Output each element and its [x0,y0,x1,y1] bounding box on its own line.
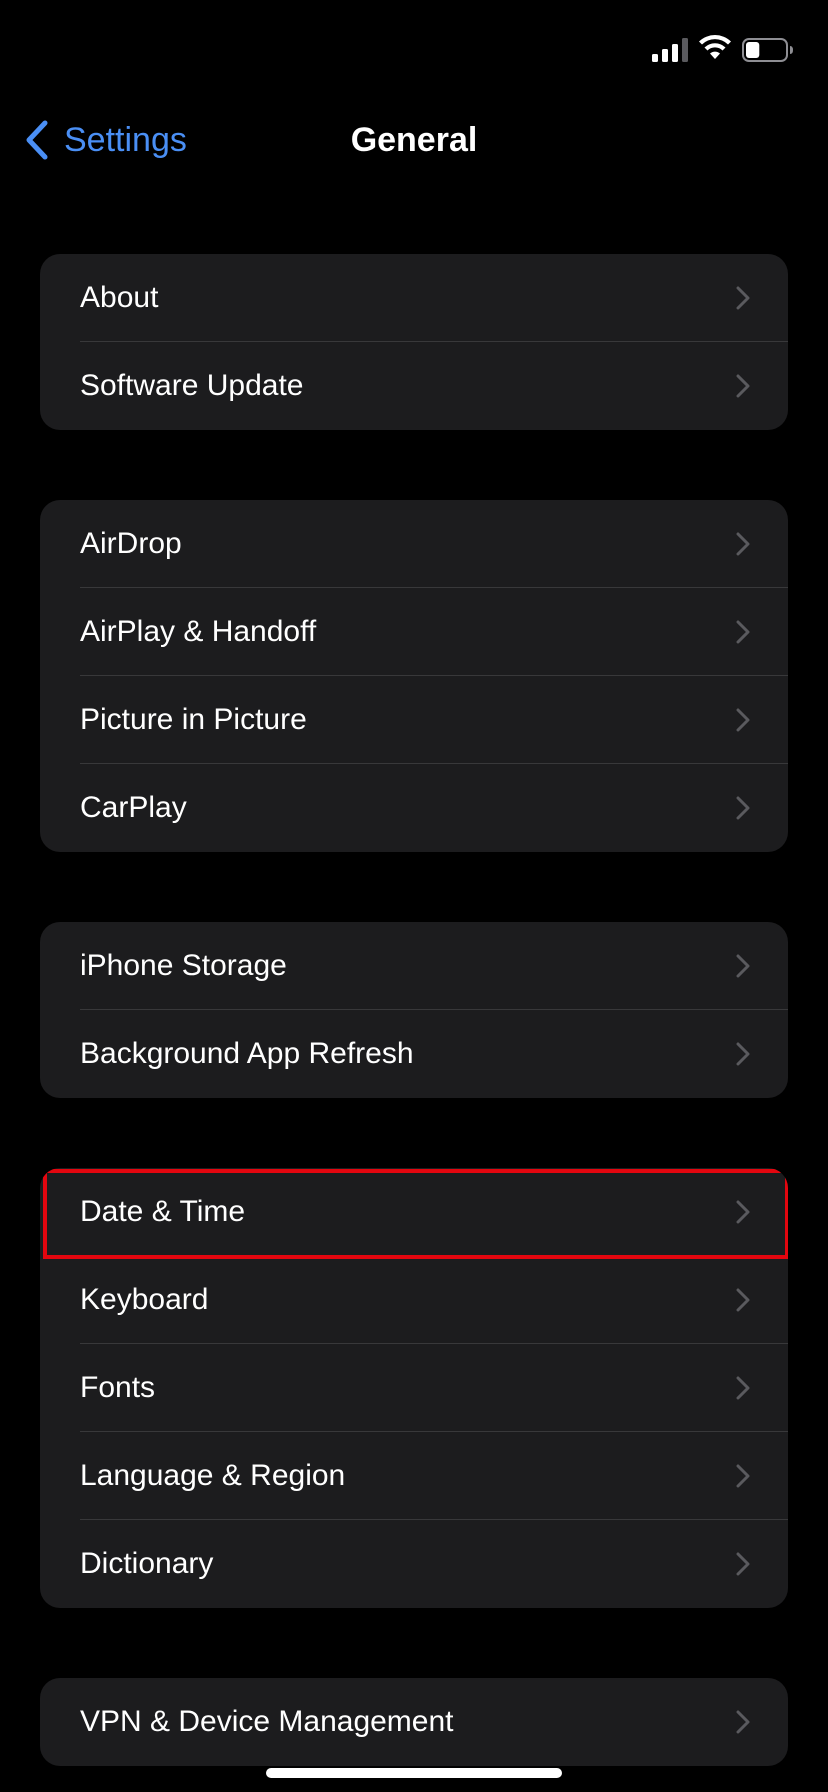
settings-row-airplay-and-handoff[interactable]: AirPlay & Handoff [40,588,788,676]
settings-row-about[interactable]: About [40,254,788,342]
settings-row-software-update[interactable]: Software Update [40,342,788,430]
chevron-right-icon [736,532,750,556]
settings-row-fonts[interactable]: Fonts [40,1344,788,1432]
settings-general-screen: Settings General About Software Update Air… [0,0,828,1792]
settings-row-label: Language & Region [80,1459,346,1492]
settings-row-label: Keyboard [80,1283,209,1316]
chevron-right-icon [736,1710,750,1734]
settings-row-label: AirPlay & Handoff [80,615,317,648]
settings-row-label: AirDrop [80,527,182,560]
settings-group: iPhone Storage Background App Refresh [40,922,788,1098]
settings-row-picture-in-picture[interactable]: Picture in Picture [40,676,788,764]
chevron-right-icon [736,1376,750,1400]
settings-group: VPN & Device Management [40,1678,788,1766]
chevron-right-icon [736,286,750,310]
chevron-right-icon [736,1200,750,1224]
settings-row-label: iPhone Storage [80,949,287,982]
settings-row-background-app-refresh[interactable]: Background App Refresh [40,1010,788,1098]
settings-row-label: Dictionary [80,1547,214,1580]
chevron-right-icon [736,1288,750,1312]
battery-icon [742,38,793,62]
settings-row-date-and-time[interactable]: Date & Time [40,1168,788,1259]
settings-row-label: Date & Time [80,1195,246,1228]
settings-row-keyboard[interactable]: Keyboard [40,1256,788,1344]
wifi-icon [699,35,731,59]
settings-row-iphone-storage[interactable]: iPhone Storage [40,922,788,1010]
chevron-right-icon [736,796,750,820]
page-title: General [350,121,478,159]
home-indicator[interactable] [266,1768,562,1778]
chevron-right-icon [736,708,750,732]
status-bar [0,0,828,100]
cellular-signal-icon [652,38,688,62]
settings-group: AirDrop AirPlay & Handoff Picture in Pictu… [40,500,788,852]
settings-row-dictionary[interactable]: Dictionary [40,1520,788,1608]
navigation-bar: Settings General [0,100,828,180]
settings-row-label: Background App Refresh [80,1037,414,1070]
settings-row-label: Fonts [80,1371,156,1404]
settings-row-vpn-and-device-management[interactable]: VPN & Device Management [40,1678,788,1766]
settings-row-carplay[interactable]: CarPlay [40,764,788,852]
settings-row-label: About [80,281,159,314]
chevron-right-icon [736,374,750,398]
chevron-right-icon [736,620,750,644]
settings-row-label: VPN & Device Management [80,1705,454,1738]
settings-group: About Software Update [40,254,788,430]
settings-group: Date & Time Keyboard Fonts Language & Regio… [40,1168,788,1608]
settings-row-label: Software Update [80,369,304,402]
settings-row-airdrop[interactable]: AirDrop [40,500,788,588]
settings-row-label: CarPlay [80,791,187,824]
chevron-right-icon [736,1552,750,1576]
settings-row-label: Picture in Picture [80,703,307,736]
settings-row-language-and-region[interactable]: Language & Region [40,1432,788,1520]
chevron-right-icon [736,1464,750,1488]
chevron-right-icon [736,1042,750,1066]
chevron-right-icon [736,954,750,978]
